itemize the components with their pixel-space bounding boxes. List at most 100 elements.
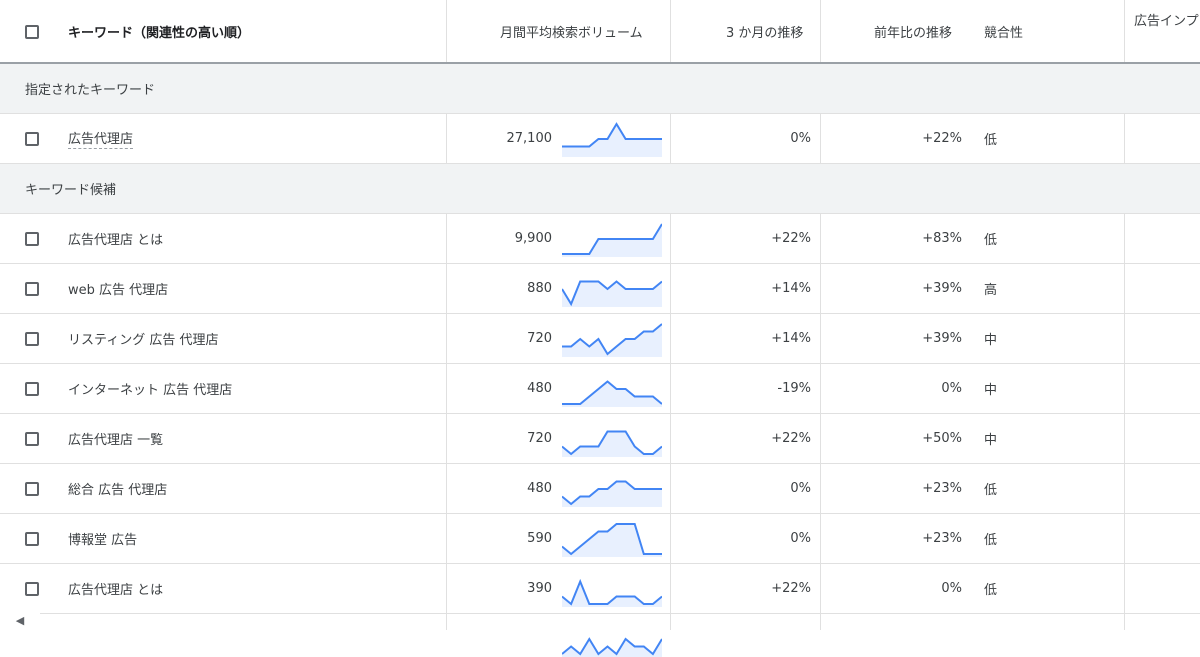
select-all-checkbox[interactable] bbox=[25, 25, 39, 39]
column-divider bbox=[1124, 214, 1125, 263]
column-header-three-month[interactable]: 3 か月の推移 bbox=[726, 0, 803, 62]
table-row: 広告代理店 とは 390 +22% 0% 低 bbox=[0, 564, 1200, 614]
column-header-volume[interactable]: 月間平均検索ボリューム bbox=[500, 0, 643, 62]
trend-sparkline bbox=[562, 223, 662, 257]
column-divider bbox=[1124, 614, 1125, 630]
yoy-change: +22% bbox=[922, 131, 962, 146]
column-header-competition[interactable]: 競合性 bbox=[984, 0, 1023, 62]
keyword-text[interactable]: 広告代理店 一覧 bbox=[68, 414, 163, 463]
table-row bbox=[0, 614, 1200, 657]
row-checkbox[interactable] bbox=[25, 482, 39, 496]
keyword-text[interactable]: 広告代理店 とは bbox=[68, 214, 163, 263]
column-divider bbox=[670, 0, 671, 62]
scroll-left-button[interactable]: ◀ bbox=[0, 610, 40, 630]
column-divider bbox=[446, 114, 447, 163]
table-row: 博報堂 広告 590 0% +23% 低 bbox=[0, 514, 1200, 564]
trend-sparkline bbox=[562, 122, 662, 157]
competition-level: 中 bbox=[984, 333, 998, 348]
column-divider bbox=[670, 564, 671, 613]
trend-sparkline bbox=[562, 323, 662, 357]
row-checkbox[interactable] bbox=[25, 532, 39, 546]
keyword-text[interactable]: 総合 広告 代理店 bbox=[68, 464, 167, 513]
table-row: 広告代理店 27,100 0% +22% 低 bbox=[0, 114, 1200, 164]
column-divider bbox=[446, 514, 447, 563]
column-divider bbox=[446, 564, 447, 613]
column-divider bbox=[1124, 0, 1125, 62]
column-divider bbox=[1124, 564, 1125, 613]
keyword-text[interactable]: 広告代理店 bbox=[68, 114, 134, 163]
volume-value: 880 bbox=[527, 281, 552, 296]
column-divider bbox=[670, 514, 671, 563]
three-month-change: 0% bbox=[790, 481, 811, 496]
three-month-change: +14% bbox=[771, 281, 811, 296]
yoy-change: 0% bbox=[941, 381, 962, 396]
column-divider bbox=[670, 364, 671, 413]
competition-level: 低 bbox=[984, 133, 998, 148]
table-header: キーワード（関連性の高い順） 月間平均検索ボリューム 3 か月の推移 前年比の推… bbox=[0, 0, 1200, 64]
group-label: 指定されたキーワード bbox=[25, 83, 156, 98]
table-row: 広告代理店 一覧 720 +22% +50% 中 bbox=[0, 414, 1200, 464]
row-checkbox[interactable] bbox=[25, 432, 39, 446]
three-month-change: 0% bbox=[790, 531, 811, 546]
column-divider bbox=[820, 464, 821, 513]
keyword-text[interactable]: web 広告 代理店 bbox=[68, 264, 168, 313]
column-header-yoy[interactable]: 前年比の推移 bbox=[874, 0, 952, 62]
column-divider bbox=[670, 114, 671, 163]
column-divider bbox=[1124, 264, 1125, 313]
trend-sparkline bbox=[562, 578, 662, 607]
column-divider bbox=[820, 514, 821, 563]
competition-level: 低 bbox=[984, 483, 998, 498]
volume-value: 27,100 bbox=[506, 131, 553, 146]
group-header-specified: 指定されたキーワード bbox=[0, 64, 1200, 114]
competition-level: 低 bbox=[984, 233, 998, 248]
column-divider bbox=[820, 114, 821, 163]
row-checkbox[interactable] bbox=[25, 232, 39, 246]
row-checkbox[interactable] bbox=[25, 382, 39, 396]
trend-sparkline bbox=[562, 280, 662, 307]
column-divider bbox=[1124, 464, 1125, 513]
trend-sparkline bbox=[562, 480, 662, 507]
row-checkbox[interactable] bbox=[25, 282, 39, 296]
keyword-text[interactable]: 博報堂 広告 bbox=[68, 514, 137, 563]
yoy-change: +50% bbox=[922, 431, 962, 446]
table-row: web 広告 代理店 880 +14% +39% 高 bbox=[0, 264, 1200, 314]
sparkline-area bbox=[562, 224, 662, 257]
three-month-change: +22% bbox=[771, 431, 811, 446]
column-divider bbox=[820, 214, 821, 263]
keyword-text[interactable]: リスティング 広告 代理店 bbox=[68, 314, 219, 363]
row-checkbox[interactable] bbox=[25, 332, 39, 346]
column-divider bbox=[820, 614, 821, 630]
column-divider bbox=[446, 364, 447, 413]
trend-sparkline bbox=[562, 637, 662, 657]
trend-sparkline bbox=[562, 430, 662, 457]
column-divider bbox=[670, 614, 671, 630]
column-divider bbox=[820, 564, 821, 613]
three-month-change: +14% bbox=[771, 331, 811, 346]
column-divider bbox=[446, 314, 447, 363]
yoy-change: +23% bbox=[922, 481, 962, 496]
row-checkbox[interactable] bbox=[25, 582, 39, 596]
column-divider bbox=[446, 0, 447, 62]
column-header-keyword[interactable]: キーワード（関連性の高い順） bbox=[68, 0, 250, 62]
table-row: インターネット 広告 代理店 480 -19% 0% 中 bbox=[0, 364, 1200, 414]
column-divider bbox=[670, 464, 671, 513]
sparkline-area bbox=[562, 124, 662, 157]
group-header-ideas: キーワード候補 bbox=[0, 164, 1200, 214]
column-divider bbox=[446, 614, 447, 630]
trend-sparkline bbox=[562, 523, 662, 557]
yoy-change: +39% bbox=[922, 331, 962, 346]
keyword-text[interactable]: インターネット 広告 代理店 bbox=[68, 364, 232, 413]
volume-value: 590 bbox=[527, 531, 552, 546]
trend-sparkline bbox=[562, 380, 662, 407]
arrow-left-icon: ◀ bbox=[15, 613, 25, 627]
column-divider bbox=[1124, 414, 1125, 463]
column-divider bbox=[446, 214, 447, 263]
keyword-text[interactable]: 広告代理店 とは bbox=[68, 564, 163, 613]
row-checkbox[interactable] bbox=[25, 132, 39, 146]
column-header-impressions[interactable]: 広告インプ bbox=[1134, 0, 1199, 62]
column-divider bbox=[820, 0, 821, 62]
three-month-change: 0% bbox=[790, 131, 811, 146]
yoy-change: +23% bbox=[922, 531, 962, 546]
competition-level: 低 bbox=[984, 583, 998, 598]
three-month-change: +22% bbox=[771, 581, 811, 596]
